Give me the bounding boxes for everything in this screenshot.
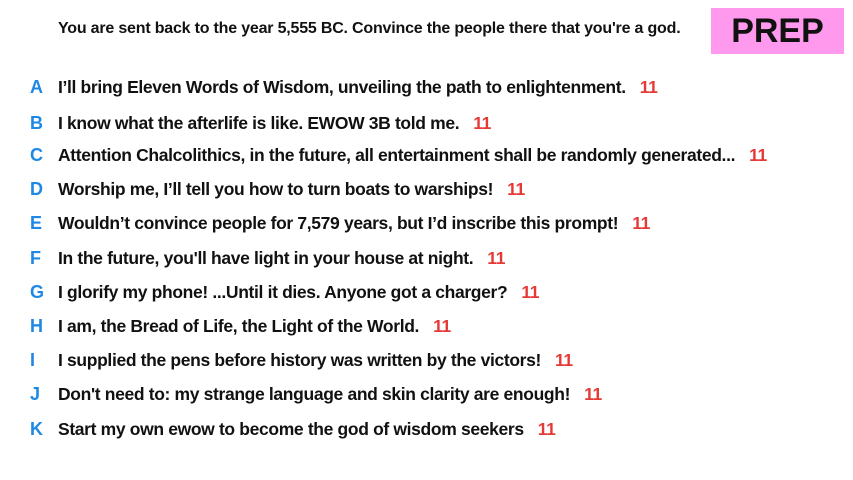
response-score: 11 [521, 281, 540, 302]
response-text: In the future, you'll have light in your… [58, 248, 505, 269]
response-text: Start my own ewow to become the god of w… [58, 419, 556, 440]
response-text: Worship me, I’ll tell you how to turn bo… [58, 179, 525, 200]
response-score: 11 [749, 144, 767, 165]
response-text: I am, the Bread of Life, the Light of th… [58, 316, 451, 337]
response-body: I supplied the pens before history was w… [58, 349, 541, 370]
response-body: I am, the Bread of Life, the Light of th… [58, 315, 420, 336]
response-score: 11 [487, 247, 506, 268]
response-text: I supplied the pens before history was w… [58, 350, 573, 371]
response-body: Wouldn’t convince people for 7,579 years… [58, 212, 619, 233]
response-text: Don't need to: my strange language and s… [58, 384, 602, 405]
response-letter: B [30, 112, 43, 133]
response-letter: F [30, 247, 41, 268]
response-score: 11 [507, 178, 525, 199]
response-letter: D [30, 178, 43, 199]
response-score: 11 [632, 212, 651, 233]
response-letter: I [30, 349, 36, 370]
response-body: I know what the afterlife is like. EWOW … [58, 112, 460, 133]
response-letter: C [30, 144, 43, 165]
response-letter: A [30, 76, 43, 97]
response-letter: K [30, 418, 43, 439]
response-score: 11 [433, 315, 451, 336]
prompt-text: You are sent back to the year 5,555 BC. … [58, 20, 681, 37]
response-score: 11 [554, 349, 573, 370]
response-letter: E [30, 212, 43, 233]
response-score: 11 [537, 418, 556, 439]
response-text: I know what the afterlife is like. EWOW … [58, 113, 491, 134]
response-body: Attention Chalcolithics, in the future, … [58, 144, 736, 165]
response-body: I glorify my phone! ...Until it dies. An… [58, 281, 508, 302]
response-body: In the future, you'll have light in your… [58, 247, 474, 268]
response-body: I’ll bring Eleven Words of Wisdom, unvei… [58, 76, 626, 97]
response-letter: H [30, 315, 43, 336]
response-letter: J [30, 383, 41, 404]
response-body: Start my own ewow to become the god of w… [58, 418, 524, 439]
response-text: Attention Chalcolithics, in the future, … [58, 145, 767, 166]
response-score: 11 [473, 112, 492, 133]
response-text: I’ll bring Eleven Words of Wisdom, unvei… [58, 77, 658, 98]
response-score: 11 [639, 76, 658, 97]
response-text: I glorify my phone! ...Until it dies. An… [58, 282, 539, 303]
response-body: Don't need to: my strange language and s… [58, 383, 571, 404]
response-score: 11 [584, 383, 602, 404]
response-body: Worship me, I’ll tell you how to turn bo… [58, 178, 494, 199]
response-letter: G [30, 281, 45, 302]
response-text: Wouldn’t convince people for 7,579 years… [58, 213, 650, 234]
phase-badge: PREP [711, 8, 844, 54]
